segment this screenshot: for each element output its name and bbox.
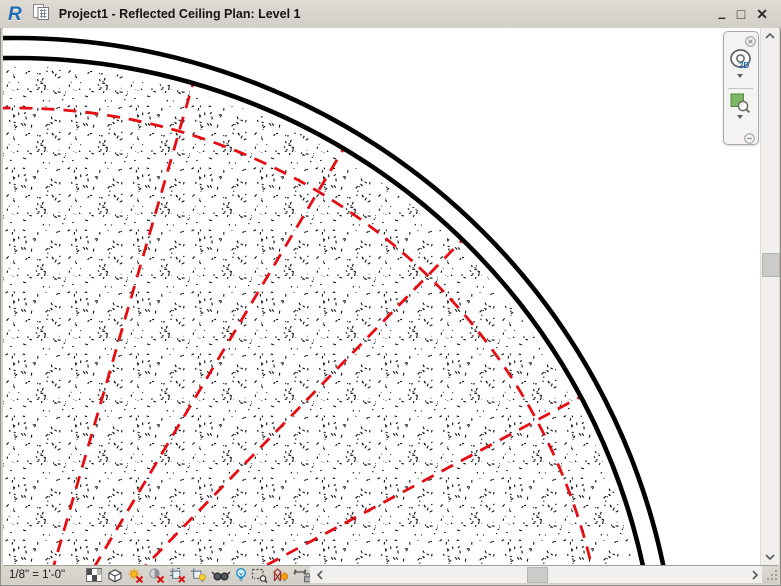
zoom-tool-icon[interactable]: [730, 93, 751, 114]
window-title: Project1 - Reflected Ceiling Plan: Level…: [59, 7, 301, 21]
title-bar[interactable]: R Project1 - Reflected Ceiling Plan: Lev…: [0, 0, 781, 29]
close-button[interactable]: ✕: [756, 7, 768, 21]
navbar-minimize-icon[interactable]: [744, 131, 755, 142]
navigation-bar[interactable]: 2D: [723, 31, 759, 145]
scroll-down-icon[interactable]: [761, 549, 779, 565]
shadows-off-icon[interactable]: [148, 567, 165, 583]
vertical-scroll-thumb[interactable]: [762, 253, 780, 277]
scroll-up-icon[interactable]: [761, 28, 779, 44]
temporary-view-properties-icon[interactable]: [251, 567, 268, 583]
navbar-divider: [728, 88, 753, 89]
show-crop-region-icon[interactable]: [190, 567, 207, 583]
wheel-2d-label: 2D: [739, 61, 749, 70]
show-analytical-model-icon[interactable]: [272, 567, 289, 583]
ceiling-plan-drawing[interactable]: [3, 28, 760, 565]
navbar-close-icon[interactable]: [745, 34, 756, 45]
reveal-hidden-elements-icon[interactable]: [235, 567, 247, 583]
view-scale-button[interactable]: 1/8" = 1'-0": [9, 569, 65, 581]
crop-view-off-icon[interactable]: [169, 567, 186, 583]
minimize-button[interactable]: –: [718, 10, 726, 24]
ceiling-plan-view-icon: [32, 3, 50, 26]
revit-app-icon: R: [8, 5, 22, 24]
zoom-options-arrow-icon[interactable]: [737, 119, 743, 137]
visual-style-icon[interactable]: [106, 567, 123, 583]
maximize-button[interactable]: □: [737, 7, 745, 21]
view-control-bar: 1/8" = 1'-0": [3, 565, 778, 584]
detail-level-icon[interactable]: [85, 567, 102, 583]
horizontal-scroll-thumb[interactable]: [527, 567, 548, 583]
window-resize-grip[interactable]: [766, 569, 779, 582]
drawing-area[interactable]: [3, 28, 760, 565]
scroll-left-icon[interactable]: [312, 566, 327, 583]
horizontal-scrollbar[interactable]: [310, 566, 762, 583]
scroll-right-icon[interactable]: [747, 566, 762, 583]
temporary-hide-isolate-icon[interactable]: [211, 567, 231, 583]
revit-window: { "window": { "title": "Project1 - Refle…: [0, 0, 781, 586]
sun-path-off-icon[interactable]: [127, 567, 144, 583]
vertical-scrollbar[interactable]: [760, 28, 779, 565]
